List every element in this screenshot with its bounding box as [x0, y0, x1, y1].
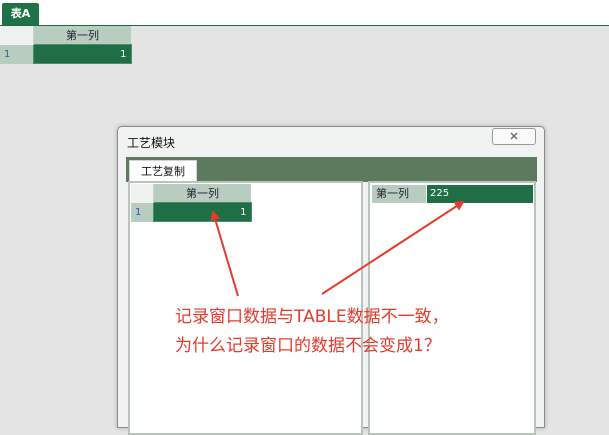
annotation-line-2: 为什么记录窗口的数据不会变成1？: [175, 336, 441, 356]
arrow-to-table-cell: [210, 210, 239, 297]
arrow-to-record-cell: [321, 200, 465, 295]
annotation-line-1: 记录窗口数据与TABLE数据不一致，: [175, 307, 449, 327]
annotation-text: 记录窗口数据与TABLE数据不一致， 为什么记录窗口的数据不会变成1？: [175, 303, 449, 361]
